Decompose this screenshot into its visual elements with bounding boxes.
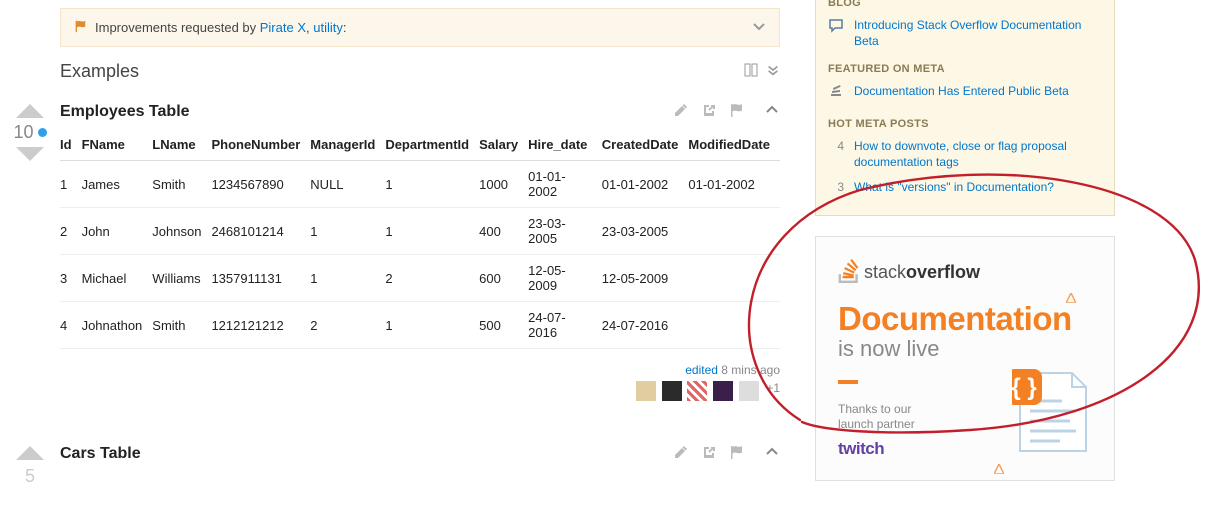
user-link-piratex[interactable]: Pirate X (260, 20, 306, 35)
table-row: 4JohnathonSmith12121212122150024-07-2016… (60, 302, 780, 349)
hot-score: 3 (828, 179, 844, 195)
user-link-utility[interactable]: utility (313, 20, 343, 35)
improvements-notice[interactable]: Improvements requested by Pirate X, util… (60, 8, 780, 47)
score-value: 10 (13, 122, 33, 143)
table-row: 1JamesSmith1234567890NULL1100001-01-2002… (60, 161, 780, 208)
hot-meta-item[interactable]: 4 How to downvote, close or flag proposa… (828, 138, 1102, 170)
upvote-button[interactable] (16, 104, 44, 118)
example-title: Employees Table (60, 103, 665, 121)
external-link-icon[interactable] (693, 106, 717, 121)
external-link-icon[interactable] (693, 448, 717, 463)
example-employees: 10 Employees Table Id FName LNam (60, 102, 780, 404)
example-cars: 5 Cars Table (60, 444, 780, 463)
ad-headline: Documentation (838, 300, 1092, 338)
chevron-down-icon[interactable] (751, 18, 767, 37)
blog-item[interactable]: Introducing Stack Overflow Documentation… (828, 17, 1102, 49)
triangle-icon (1066, 293, 1076, 303)
flag-icon[interactable] (720, 106, 744, 121)
chevron-up-icon[interactable] (756, 444, 780, 463)
avatar[interactable] (662, 381, 682, 401)
speech-icon (828, 17, 844, 49)
flag-icon (73, 19, 87, 37)
featured-heading: FEATURED ON META (828, 63, 1102, 75)
svg-text:{ }: { } (1012, 374, 1037, 401)
upvote-button[interactable] (16, 446, 44, 460)
triangle-icon (994, 464, 1004, 474)
edit-icon[interactable] (665, 106, 689, 121)
example-title: Cars Table (60, 445, 665, 463)
ad-divider (838, 380, 858, 384)
examples-heading: Examples (60, 61, 139, 82)
document-braces-icon: { } (1012, 355, 1092, 458)
avatar[interactable] (636, 381, 656, 401)
flag-icon[interactable] (720, 448, 744, 463)
avatar[interactable] (687, 381, 707, 401)
featured-item[interactable]: Documentation Has Entered Public Beta (828, 83, 1102, 104)
blog-heading: BLOG (828, 0, 1102, 9)
downvote-button[interactable] (16, 147, 44, 161)
stackoverflow-logo-icon (838, 259, 860, 286)
active-dot-icon (38, 128, 47, 137)
documentation-ad[interactable]: stackoverflow Documentation is now live … (815, 236, 1115, 481)
edited-link[interactable]: edited (685, 363, 718, 377)
table-header-row: Id FName LName PhoneNumber ManagerId Dep… (60, 129, 780, 161)
ad-brand: stackoverflow (864, 262, 980, 283)
hot-score: 4 (828, 138, 844, 170)
employees-data-table: Id FName LName PhoneNumber ManagerId Dep… (60, 129, 780, 349)
table-row: 3MichaelWilliams13579111311260012-05-200… (60, 255, 780, 302)
table-row: 2JohnJohnson24681012141140023-03-200523-… (60, 208, 780, 255)
hot-meta-item[interactable]: 3 What is "versions" in Documentation? (828, 179, 1102, 195)
chevrons-down-icon[interactable] (766, 61, 780, 82)
avatar-overflow[interactable]: +1 (766, 381, 780, 395)
score-value: 5 (25, 466, 35, 487)
columns-icon[interactable] (744, 61, 758, 82)
edit-icon[interactable] (665, 448, 689, 463)
meta-stack-icon (828, 83, 844, 104)
edited-info: edited 8 mins ago (60, 363, 780, 377)
chevron-up-icon[interactable] (756, 102, 780, 121)
hot-meta-heading: HOT META POSTS (828, 118, 1102, 130)
improvements-text: Improvements requested by Pirate X, util… (95, 20, 751, 35)
avatar[interactable] (739, 381, 759, 401)
sidebar-bulletin: BLOG Introducing Stack Overflow Document… (815, 0, 1115, 216)
avatar[interactable] (713, 381, 733, 401)
